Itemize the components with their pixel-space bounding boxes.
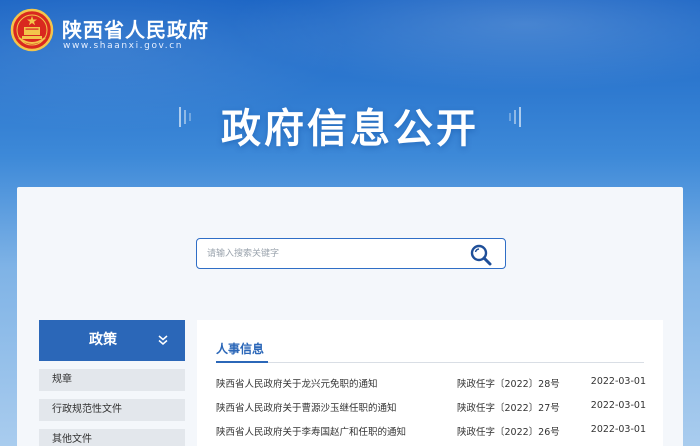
national-emblem-icon: [10, 8, 54, 52]
sidebar: 政策 规章 行政规范性文件 其他文件: [39, 320, 185, 446]
search-bar: [196, 238, 506, 269]
list-item: 陕西省人民政府关于龙兴元免职的通知 陕政任字〔2022〕28号 2022-03-…: [216, 376, 646, 390]
page-title: 政府信息公开: [221, 106, 479, 152]
title-decoration-right-icon: [509, 107, 521, 127]
site-url[interactable]: www.shaanxi.gov.cn: [63, 41, 183, 51]
sidebar-item-rules[interactable]: 规章: [39, 369, 185, 391]
section-divider-accent: [216, 361, 268, 363]
section-divider: [216, 362, 644, 363]
list-item-number: 陕政任字〔2022〕28号: [457, 379, 560, 390]
list-item-date: 2022-03-01: [590, 400, 646, 411]
list-item-date: 2022-03-01: [590, 424, 646, 435]
list-item: 陕西省人民政府关于曹源沙玉继任职的通知 陕政任字〔2022〕27号 2022-0…: [216, 400, 646, 414]
sidebar-item-normative-documents[interactable]: 行政规范性文件: [39, 399, 185, 421]
sidebar-heading-label: 政策: [89, 332, 117, 348]
double-chevron-down-icon: [158, 335, 168, 345]
content-card: 人事信息 陕西省人民政府关于龙兴元免职的通知 陕政任字〔2022〕28号 202…: [197, 320, 663, 446]
search-input[interactable]: [207, 245, 457, 263]
list-item-number: 陕政任字〔2022〕26号: [457, 427, 560, 438]
search-icon[interactable]: [469, 243, 493, 267]
sidebar-item-other-documents[interactable]: 其他文件: [39, 429, 185, 446]
list-item-title[interactable]: 陕西省人民政府关于曹源沙玉继任职的通知: [216, 400, 397, 414]
list-item-title[interactable]: 陕西省人民政府关于龙兴元免职的通知: [216, 376, 378, 390]
list-item-number: 陕政任字〔2022〕27号: [457, 403, 560, 414]
list-item-date: 2022-03-01: [590, 376, 646, 387]
list-item-title[interactable]: 陕西省人民政府关于李寿国赵广和任职的通知: [216, 424, 406, 438]
sidebar-heading[interactable]: 政策: [39, 320, 185, 361]
site-name[interactable]: 陕西省人民政府: [62, 14, 209, 43]
section-title[interactable]: 人事信息: [216, 340, 264, 357]
list-item: 陕西省人民政府关于李寿国赵广和任职的通知 陕政任字〔2022〕26号 2022-…: [216, 424, 646, 438]
